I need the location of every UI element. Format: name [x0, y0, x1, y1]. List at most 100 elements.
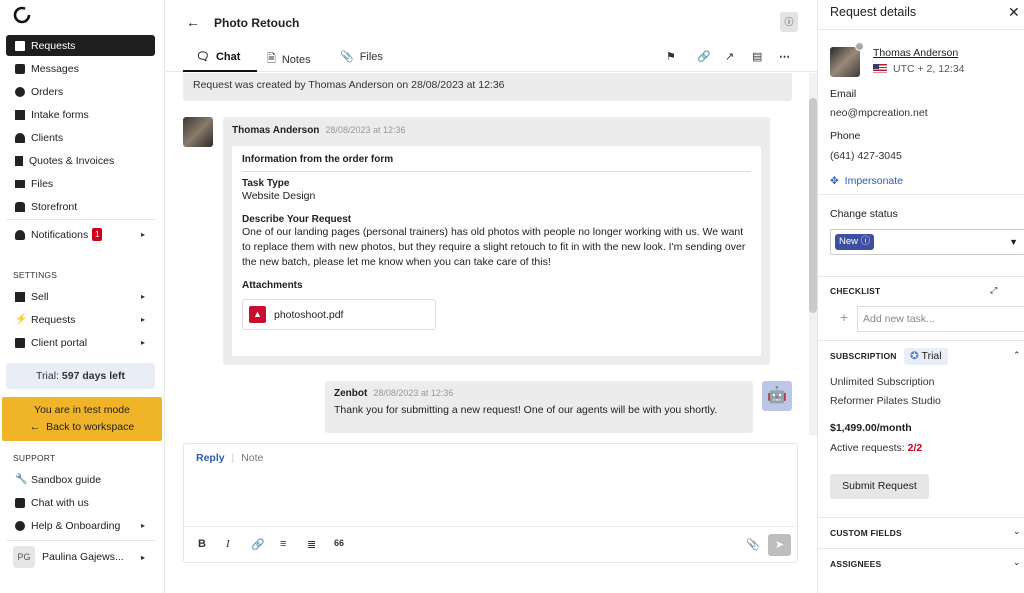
numbered-list-icon[interactable]: ≣	[307, 538, 316, 551]
chevron-down-icon[interactable]: ⌄	[1013, 526, 1021, 537]
change-status-label: Change status	[830, 208, 898, 220]
flag-icon[interactable]: ⚑	[666, 50, 676, 63]
app-logo-icon[interactable]	[13, 6, 31, 24]
sidebar-item-requests[interactable]: Requests	[6, 35, 155, 56]
sidebar-item-orders[interactable]: Orders	[6, 81, 155, 102]
chevron-right-icon: ▸	[140, 552, 145, 562]
divider	[818, 548, 1024, 549]
back-to-workspace-label: Back to workspace	[46, 421, 135, 433]
send-button[interactable]: ➤	[768, 534, 791, 556]
sidebar-item-files[interactable]: Files	[6, 173, 155, 194]
message-composer[interactable]: Reply | Note B I 🔗 ≡ ≣ 66 📎 ➤	[183, 443, 798, 563]
wrench-icon: 🔧	[15, 473, 28, 485]
message-bubble: Zenbot 28/08/2023 at 12:36 Thank you for …	[325, 381, 753, 433]
sidebar-item-client-portal[interactable]: Client portal ▸	[6, 332, 155, 353]
submit-request-button[interactable]: Submit Request	[830, 474, 929, 499]
assignees-label: ASSIGNEES	[830, 559, 882, 569]
phone-value: (641) 427-3045	[830, 150, 902, 162]
panel-title: Request details	[830, 5, 917, 19]
tab-chat[interactable]: 🗨 Chat	[196, 50, 240, 64]
settings-section-title: SETTINGS	[13, 270, 58, 280]
sidebar-item-chat-with-us[interactable]: Chat with us	[6, 492, 155, 513]
status-text: New	[839, 236, 859, 247]
sidebar-item-sandbox-guide[interactable]: 🔧 Sandbox guide	[6, 469, 155, 490]
client-name-link[interactable]: Thomas Anderson	[873, 47, 958, 59]
sidebar-item-clients[interactable]: Clients	[6, 127, 155, 148]
task-type-label: Task Type	[242, 178, 290, 189]
trial-prefix: Trial:	[36, 370, 62, 382]
impersonate-icon: ✥	[830, 175, 839, 187]
clients-icon	[15, 132, 25, 143]
subscription-status-text: Trial	[921, 350, 942, 362]
archive-icon[interactable]: ▤	[752, 50, 762, 63]
bullet-list-icon[interactable]: ≡	[280, 538, 286, 550]
info-icon[interactable]: ⓘ	[780, 12, 798, 32]
test-mode-banner: You are in test mode ← Back to workspace	[2, 397, 162, 441]
phone-label: Phone	[830, 130, 861, 142]
scrollbar-thumb[interactable]	[809, 98, 817, 313]
email-label: Email	[830, 88, 857, 100]
chevron-right-icon: ▸	[140, 338, 145, 347]
lightning-icon: ⚡	[15, 313, 28, 325]
sidebar-item-settings-requests[interactable]: ⚡ Requests ▸	[6, 309, 155, 330]
files-icon	[15, 179, 25, 188]
quote-icon[interactable]: 66	[334, 538, 344, 548]
bold-icon[interactable]: B	[198, 538, 206, 550]
sidebar-item-notifications[interactable]: Notifications 1 ▸	[6, 224, 155, 245]
link-icon[interactable]: 🔗	[697, 50, 711, 63]
sidebar-item-label: Chat with us	[31, 496, 89, 509]
chevron-up-icon[interactable]: ⌃	[1013, 350, 1021, 361]
plus-icon[interactable]: +	[840, 309, 848, 325]
attachment-file[interactable]: ▲ photoshoot.pdf	[242, 299, 436, 330]
more-icon[interactable]: ⋯	[779, 50, 790, 63]
sidebar-item-intake-forms[interactable]: Intake forms	[6, 104, 155, 125]
add-task-input[interactable]: Add new task...	[857, 306, 1024, 332]
email-value: neo@mpcreation.net	[830, 107, 928, 119]
sidebar-item-quotes-invoices[interactable]: Quotes & Invoices	[6, 150, 155, 171]
request-details-panel: Request details ✕ Thomas Anderson UTC + …	[817, 0, 1024, 593]
note-tab[interactable]: Note	[241, 452, 263, 464]
sidebar-item-help-onboarding[interactable]: Help & Onboarding ▸	[6, 515, 155, 536]
expand-icon[interactable]: ⤢	[990, 285, 997, 296]
chat-icon	[15, 497, 25, 508]
tab-files[interactable]: 📎 Files	[340, 50, 383, 64]
back-to-workspace-link[interactable]: ← Back to workspace	[2, 421, 162, 433]
chevron-down-icon[interactable]: ⌄	[1013, 557, 1021, 568]
custom-fields-label: CUSTOM FIELDS	[830, 528, 902, 538]
reply-tab[interactable]: Reply	[196, 452, 225, 464]
timezone-text: UTC + 2, 12:34	[893, 63, 965, 75]
sidebar-item-label: Notifications	[31, 228, 89, 241]
back-arrow-icon[interactable]: ←	[182, 11, 204, 33]
sidebar-item-sell[interactable]: Sell ▸	[6, 286, 155, 307]
paperclip-icon[interactable]: 📎	[746, 538, 760, 551]
sidebar-item-label: Client portal	[31, 336, 88, 349]
italic-icon[interactable]: I	[226, 538, 230, 550]
link-icon[interactable]: 🔗	[251, 538, 265, 551]
requests-icon	[15, 40, 25, 51]
tab-label: Files	[359, 50, 383, 63]
subscription-label: SUBSCRIPTION	[830, 351, 897, 361]
sidebar-item-storefront[interactable]: Storefront	[6, 196, 155, 217]
impersonate-link[interactable]: ✥ Impersonate	[830, 175, 903, 187]
message-text: Thank you for submitting a new request! …	[334, 404, 718, 416]
sidebar-item-label: Requests	[31, 39, 76, 52]
note-icon: 🗎	[267, 53, 276, 65]
chevron-down-icon: ▼	[1009, 237, 1018, 247]
divider	[818, 340, 1024, 341]
client-portal-icon	[15, 337, 25, 348]
sidebar-item-label: Orders	[31, 85, 64, 98]
user-menu[interactable]: PG Paulina Gajews... ▸	[6, 545, 155, 569]
composer-tab-divider: |	[231, 452, 235, 464]
request-header: ← Photo Retouch ⓘ 🗨 Chat 🗎 Notes 📎 Files ⚑ …	[166, 0, 817, 72]
status-select[interactable]: New ⓘ ▼	[830, 229, 1024, 255]
sidebar-item-messages[interactable]: Messages	[6, 58, 155, 79]
message-date: 28/08/2023 at 12:36	[325, 125, 406, 135]
tab-notes[interactable]: 🗎 Notes	[267, 50, 311, 69]
close-icon[interactable]: ✕	[1008, 4, 1020, 21]
share-icon[interactable]: ↗	[725, 50, 734, 63]
us-flag-icon	[873, 64, 887, 73]
divider	[818, 276, 1024, 277]
send-icon: ➤	[774, 539, 785, 551]
support-section-title: SUPPORT	[13, 453, 56, 463]
divider	[818, 29, 1024, 30]
